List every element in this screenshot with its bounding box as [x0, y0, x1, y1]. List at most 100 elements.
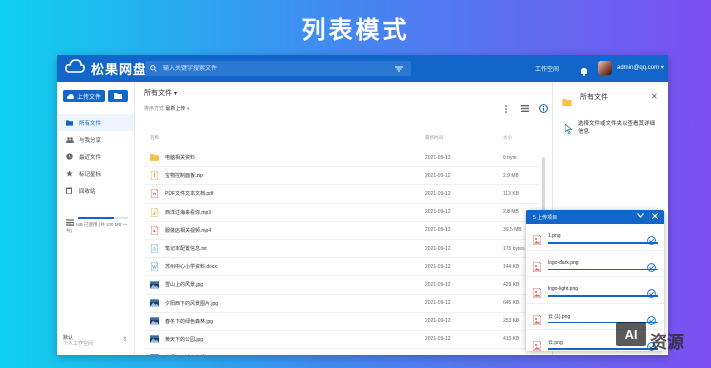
- table-row[interactable]: PDF文件文本文档.pdf 2021-09-12 113 KB: [144, 185, 539, 204]
- upload-item[interactable]: 1.png: [526, 224, 664, 251]
- file-size: 113 KB: [503, 190, 520, 197]
- user-menu[interactable]: admin@qq.com ▾: [617, 64, 664, 71]
- table-row[interactable]: 宝物控制面板.zip 2021-09-12 2.9 MB: [144, 167, 539, 186]
- image-file-icon: [532, 259, 542, 277]
- user-email: admin@qq.com: [617, 65, 660, 71]
- watermark-text-2: 资源: [650, 333, 684, 352]
- watermark-badge: AI: [616, 322, 646, 346]
- image-file-icon: [532, 285, 542, 303]
- close-icon[interactable]: [652, 213, 658, 219]
- upload-button[interactable]: 上传文件: [63, 90, 105, 102]
- file-size: 0 byte: [503, 154, 517, 161]
- new-folder-button[interactable]: [108, 90, 128, 102]
- file-table: 电脑相关资料 2021-09-12 0 byte 宝物控制面板.zip 2021-09-…: [144, 149, 539, 355]
- check-circle-icon: [647, 285, 656, 303]
- detail-title: 所有文件: [580, 94, 608, 101]
- folder-plus-icon: [114, 93, 122, 99]
- column-date[interactable]: 最新时间: [425, 135, 443, 141]
- upload-progress-bar: [548, 268, 658, 270]
- filter-icon[interactable]: [395, 66, 403, 72]
- storage-icon: [66, 213, 74, 231]
- sidebar-item-label: 回收站: [79, 188, 96, 195]
- file-name: 电脑相关资料: [165, 155, 196, 162]
- upload-item[interactable]: logo-light.png: [526, 277, 664, 304]
- file-date: 2021-09-12: [425, 336, 451, 343]
- chevron-updown-icon: ⇕: [122, 337, 128, 343]
- file-name: 抛烟在沙滩上的船.jpg: [165, 354, 420, 355]
- sidebar-item-trash[interactable]: 回收站: [57, 182, 134, 199]
- upload-button-label: 上传文件: [76, 94, 101, 101]
- breadcrumb-label: 所有文件: [144, 90, 172, 97]
- sidebar-item-starred[interactable]: 标记星标: [57, 165, 134, 182]
- upload-panel-header: 5 上传项目: [526, 210, 664, 224]
- trash-icon: [66, 187, 76, 194]
- folder-icon: [66, 119, 76, 126]
- storage-bar-fill: [78, 217, 114, 219]
- table-row[interactable]: 雪山上的风景.jpg 2021-09-12 429 KB: [144, 276, 539, 295]
- people-icon: [66, 136, 76, 143]
- cloud-icon: [65, 59, 85, 78]
- file-size: 175 bytes: [503, 245, 525, 252]
- file-date: 2021-09-12: [425, 227, 451, 234]
- file-size: 39.5 MB: [503, 227, 522, 234]
- sort-label: 排序方式: [144, 106, 165, 112]
- file-size: 645 KB: [503, 300, 520, 307]
- column-size[interactable]: 大小: [503, 135, 512, 141]
- table-row[interactable]: 春冬下的绿色森林.jpg 2021-09-12 253 KB: [144, 313, 539, 331]
- sidebar: 上传文件 所有文件 与我分享 最近文件 标记星标 回收站 72.1 MB 已使用…: [57, 82, 135, 355]
- workspace-subtitle: 个人工作空间: [63, 341, 94, 347]
- workspace-switcher[interactable]: 默认 个人工作空间 ⇕: [63, 335, 127, 347]
- sidebar-item-label: 与我分享: [79, 137, 102, 144]
- cursor-icon: [564, 121, 573, 139]
- table-row[interactable]: 服装店相关视频.mp4 2021-09-12 39.5 MB: [144, 222, 539, 240]
- top-bar: 松果网盘 工作空间 admin@qq.com ▾: [57, 55, 668, 82]
- more-vertical-icon[interactable]: [505, 104, 507, 113]
- file-name: 黄天下的公园.jpg: [165, 336, 204, 343]
- sidebar-item-all-files[interactable]: 所有文件: [57, 114, 134, 131]
- file-date: 2021-09-12: [425, 300, 451, 307]
- folder-icon: [150, 153, 159, 162]
- view-tools: [499, 104, 548, 113]
- image-file-icon: [532, 338, 542, 351]
- table-row[interactable]: 黄天下的公园.jpg 2021-09-12 410 KB: [144, 331, 539, 350]
- column-name[interactable]: 名称: [150, 135, 159, 141]
- upload-item-name: logo-dark.png: [548, 259, 579, 266]
- table-row[interactable]: 电脑相关资料 2021-09-12 0 byte: [144, 149, 539, 168]
- upload-progress-bar: [548, 242, 658, 244]
- image-thumbnail: [150, 280, 159, 289]
- info-icon[interactable]: [539, 104, 548, 113]
- check-circle-icon: [647, 312, 656, 330]
- bell-icon[interactable]: [580, 63, 588, 81]
- check-circle-icon: [647, 232, 656, 250]
- image-thumbnail: [150, 353, 159, 355]
- search-box[interactable]: [145, 61, 411, 76]
- sidebar-nav: 所有文件 与我分享 最近文件 标记星标 回收站: [57, 114, 134, 199]
- table-row[interactable]: 笔记本配置信息.txt 2021-09-12 175 bytes: [144, 240, 539, 259]
- folder-icon: [562, 93, 572, 111]
- table-row[interactable]: 抛烟在沙滩上的船.jpg2021-09-12431 KB: [144, 349, 539, 355]
- watermark-text: 亿速云: [565, 332, 607, 348]
- text-file-icon: [150, 244, 159, 254]
- chevron-down-icon[interactable]: [637, 213, 644, 219]
- main-content: 所有文件 ▾ 排序方式 最新上传 ▾ 名称 最新时间 大小 电脑相关资料 2021…: [135, 82, 552, 355]
- file-name: 苏州中心小学资料.docx: [165, 264, 217, 271]
- search-input[interactable]: [161, 64, 395, 73]
- close-icon[interactable]: ✕: [651, 92, 658, 101]
- grid-view-icon[interactable]: [521, 105, 529, 112]
- app-logo[interactable]: 松果网盘: [65, 59, 147, 78]
- table-row[interactable]: 夕阳西下的风景图片.jpg 2021-09-12 645 KB: [144, 295, 539, 313]
- sidebar-item-label: 所有文件: [79, 120, 102, 127]
- table-row[interactable]: 苏州中心小学资料.docx 2021-09-12 144 KB: [144, 258, 539, 277]
- avatar[interactable]: [598, 61, 612, 75]
- file-name: 夕阳西下的风景图片.jpg: [165, 300, 219, 307]
- upload-panel-title: 5 上传项目: [533, 214, 558, 221]
- check-circle-icon: [647, 259, 656, 277]
- sidebar-item-shared[interactable]: 与我分享: [57, 131, 134, 148]
- sort-selector[interactable]: 排序方式 最新上传 ▾: [144, 105, 189, 112]
- sidebar-item-recent[interactable]: 最近文件: [57, 148, 134, 165]
- breadcrumb[interactable]: 所有文件 ▾: [144, 88, 177, 98]
- file-name: 服装店相关视频.mp4: [165, 227, 212, 234]
- workspace-link[interactable]: 工作空间: [535, 64, 559, 73]
- upload-item[interactable]: logo-dark.png: [526, 251, 664, 277]
- table-row[interactable]: 西洋过海来看你.mp3 2021-09-12 2.8 MB: [144, 204, 539, 222]
